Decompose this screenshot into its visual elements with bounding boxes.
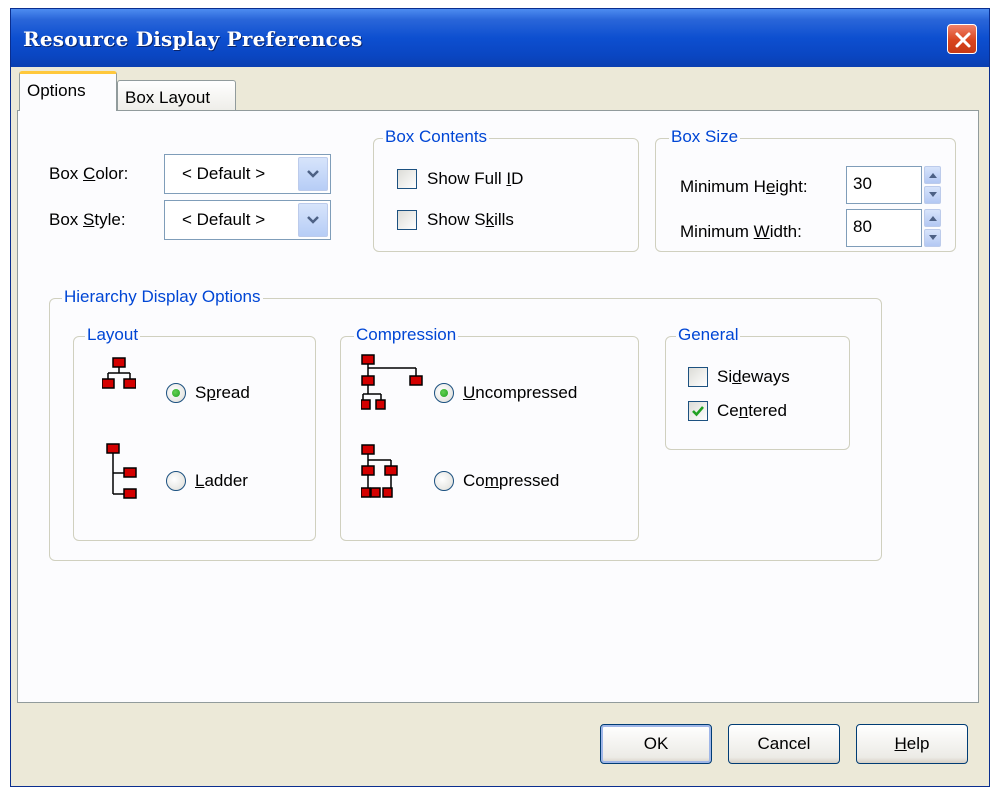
ok-button[interactable]: OK <box>600 724 712 764</box>
general-legend: General <box>676 325 741 345</box>
hierarchy-group: Hierarchy Display Options Layout Spread … <box>49 287 882 561</box>
show-full-id-label: Show Full ID <box>427 169 524 188</box>
centered-label: Centered <box>717 401 787 420</box>
min-width-down-button[interactable] <box>924 229 941 247</box>
chevron-down-icon <box>307 216 319 224</box>
centered-checkbox[interactable] <box>688 401 708 421</box>
uncompressed-radio[interactable] <box>434 383 454 403</box>
box-style-select[interactable]: < Default > <box>164 200 331 240</box>
box-color-label: Box Color: <box>49 164 129 183</box>
ok-button-label: OK <box>643 734 669 753</box>
layout-legend: Layout <box>85 325 141 345</box>
spread-label: Spread <box>195 383 250 402</box>
layout-group: Layout Spread Ladder <box>73 325 316 541</box>
min-width-input[interactable]: 80 <box>846 209 922 247</box>
tab-box-layout[interactable]: Box Layout <box>117 80 236 114</box>
box-style-value: < Default > <box>182 210 266 229</box>
box-color-value: < Default > <box>182 164 266 183</box>
min-width-label: Minimum Width: <box>680 222 802 241</box>
min-height-up-button[interactable] <box>924 166 941 184</box>
min-width-up-button[interactable] <box>924 209 941 227</box>
compressed-tree-icon <box>361 444 398 498</box>
ladder-label: Ladder <box>195 471 248 490</box>
close-icon <box>955 32 971 48</box>
tab-options[interactable]: Options <box>19 71 117 111</box>
min-height-label: Minimum Height: <box>680 177 808 196</box>
sideways-checkbox[interactable] <box>688 367 708 387</box>
compressed-radio[interactable] <box>434 471 454 491</box>
box-size-legend: Box Size <box>669 127 741 147</box>
arrow-down-icon <box>929 192 937 197</box>
close-button[interactable] <box>947 24 977 54</box>
arrow-down-icon <box>929 235 937 240</box>
show-skills-checkbox[interactable] <box>397 210 417 230</box>
min-height-input[interactable]: 30 <box>846 166 922 204</box>
spread-tree-icon <box>102 357 136 389</box>
compression-group: Compression Uncompressed Compressed <box>340 325 639 541</box>
box-color-select[interactable]: < Default > <box>164 154 331 194</box>
window-title: Resource Display Preferences <box>23 27 363 51</box>
general-group: General Sideways Centered <box>665 325 850 450</box>
cancel-button[interactable]: Cancel <box>728 724 840 764</box>
ladder-tree-icon <box>106 443 137 499</box>
box-style-dropdown-button[interactable] <box>298 203 328 237</box>
box-color-dropdown-button[interactable] <box>298 157 328 191</box>
min-width-spinner[interactable] <box>924 209 941 247</box>
ladder-radio[interactable] <box>166 471 186 491</box>
tab-box-layout-label: Box Layout <box>125 88 211 107</box>
min-height-down-button[interactable] <box>924 186 941 204</box>
cancel-button-label: Cancel <box>757 734 811 753</box>
checkmark-icon <box>692 406 704 417</box>
min-height-spinner[interactable] <box>924 166 941 204</box>
box-style-label: Box Style: <box>49 210 126 229</box>
arrow-up-icon <box>929 173 937 178</box>
sideways-label: Sideways <box>717 367 790 386</box>
compressed-label: Compressed <box>463 471 560 490</box>
compression-legend: Compression <box>354 325 459 345</box>
spread-radio-dot <box>172 389 180 397</box>
arrow-up-icon <box>929 216 937 221</box>
options-panel: Box Color: < Default > Box Style: < Defa… <box>17 110 979 703</box>
show-full-id-checkbox[interactable] <box>397 169 417 189</box>
help-button-label: Help <box>894 734 930 753</box>
uncompressed-radio-dot <box>440 389 448 397</box>
uncompressed-tree-icon <box>361 354 423 410</box>
title-bar[interactable]: Resource Display Preferences <box>11 9 989 67</box>
tab-options-label: Options <box>27 81 86 100</box>
box-contents-group: Box Contents Show Full ID Show Skills <box>373 127 639 252</box>
chevron-down-icon <box>307 170 319 178</box>
uncompressed-label: Uncompressed <box>463 383 578 402</box>
box-contents-legend: Box Contents <box>383 127 490 147</box>
show-skills-label: Show Skills <box>427 210 514 229</box>
hierarchy-legend: Hierarchy Display Options <box>62 287 263 307</box>
help-button[interactable]: Help <box>856 724 968 764</box>
spread-radio[interactable] <box>166 383 186 403</box>
box-size-group: Box Size Minimum Height: 30 Minimum Widt… <box>655 127 956 252</box>
